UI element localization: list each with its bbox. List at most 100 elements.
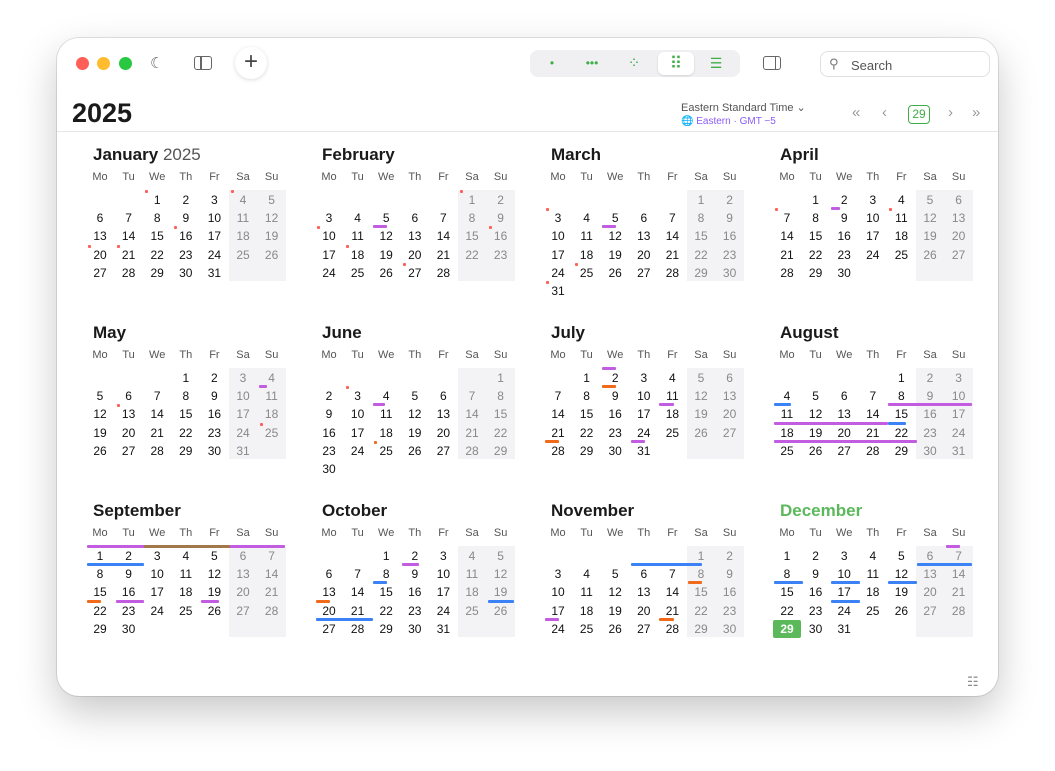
day-cell[interactable]: 27: [229, 602, 257, 620]
day-cell[interactable]: 17: [143, 583, 171, 601]
event-marker[interactable]: [488, 226, 492, 230]
day-cell[interactable]: 27: [916, 602, 944, 620]
previous-year-button[interactable]: «: [852, 104, 860, 121]
day-cell[interactable]: 23: [716, 246, 744, 264]
day-cell[interactable]: 3: [143, 547, 171, 565]
day-cell[interactable]: 27: [945, 246, 973, 264]
event-marker[interactable]: [831, 581, 860, 585]
event-marker[interactable]: [630, 439, 646, 443]
day-cell[interactable]: 26: [916, 246, 944, 264]
day-cell[interactable]: 13: [315, 583, 343, 601]
day-cell[interactable]: 22: [172, 424, 200, 442]
day-cell[interactable]: 22: [143, 246, 171, 264]
day-cell[interactable]: 16: [830, 227, 858, 245]
day-cell[interactable]: 13: [229, 565, 257, 583]
day-cell[interactable]: 22: [86, 602, 114, 620]
month-august[interactable]: August Mo Tu We Th Fr Sa Su 1 2 3 4 5 6 7 8 9 10 11 12 13 14 1…: [773, 323, 974, 483]
day-cell[interactable]: 28: [458, 442, 486, 460]
day-cell[interactable]: 20: [401, 246, 429, 264]
month-view-button[interactable]: ⁘: [616, 52, 652, 75]
close-button[interactable]: [76, 57, 89, 70]
event-marker[interactable]: [201, 599, 219, 603]
day-cell[interactable]: 5: [802, 387, 830, 405]
day-cell[interactable]: 13: [115, 405, 143, 423]
day-cell[interactable]: 9: [401, 565, 429, 583]
day-cell[interactable]: 7: [658, 209, 686, 227]
day-cell[interactable]: 3: [229, 369, 257, 387]
day-cell[interactable]: 7: [143, 387, 171, 405]
day-cell[interactable]: 11: [887, 209, 915, 227]
event-marker[interactable]: [402, 262, 406, 266]
day-cell[interactable]: 20: [115, 424, 143, 442]
day-cell[interactable]: 12: [601, 583, 629, 601]
event-marker[interactable]: [774, 439, 917, 443]
day-cell[interactable]: 29: [802, 264, 830, 282]
day-cell[interactable]: 8: [487, 387, 515, 405]
day-cell[interactable]: 4: [573, 565, 601, 583]
day-cell[interactable]: 20: [86, 246, 114, 264]
day-cell[interactable]: 27: [429, 442, 457, 460]
day-cell[interactable]: 9: [716, 565, 744, 583]
day-cell[interactable]: 12: [802, 405, 830, 423]
day-cell[interactable]: 23: [200, 424, 228, 442]
day-cell[interactable]: 13: [716, 387, 744, 405]
day-cell[interactable]: 2: [716, 191, 744, 209]
day-cell[interactable]: 1: [372, 547, 400, 565]
day-cell[interactable]: 17: [859, 227, 887, 245]
list-view-button[interactable]: ☰: [698, 52, 734, 75]
event-marker[interactable]: [545, 617, 560, 621]
day-cell[interactable]: 31: [200, 264, 228, 282]
day-cell[interactable]: 22: [372, 602, 400, 620]
day-cell[interactable]: 14: [143, 405, 171, 423]
day-cell[interactable]: 6: [630, 209, 658, 227]
day-cell[interactable]: 10: [859, 209, 887, 227]
day-cell[interactable]: 13: [401, 227, 429, 245]
day-cell[interactable]: 24: [315, 264, 343, 282]
day-cell[interactable]: 31: [544, 282, 572, 300]
day-cell[interactable]: 24: [229, 424, 257, 442]
day-cell[interactable]: 5: [401, 387, 429, 405]
day-cell[interactable]: 10: [315, 227, 343, 245]
day-cell[interactable]: 7: [429, 209, 457, 227]
day-cell[interactable]: 7: [773, 209, 801, 227]
day-cell[interactable]: 19: [887, 583, 915, 601]
day-cell[interactable]: 14: [658, 583, 686, 601]
day-cell[interactable]: 14: [544, 405, 572, 423]
day-cell[interactable]: 17: [830, 583, 858, 601]
day-cell[interactable]: 20: [630, 246, 658, 264]
day-cell[interactable]: 10: [200, 209, 228, 227]
day-cell[interactable]: 15: [573, 405, 601, 423]
day-cell[interactable]: 22: [802, 246, 830, 264]
event-marker[interactable]: [774, 581, 803, 585]
day-cell[interactable]: 27: [630, 264, 658, 282]
day-cell[interactable]: 29: [687, 620, 715, 638]
minimize-button[interactable]: [97, 57, 110, 70]
day-cell[interactable]: 19: [487, 583, 515, 601]
day-cell[interactable]: 1: [802, 191, 830, 209]
month-july[interactable]: July Mo Tu We Th Fr Sa Su 1 2 3 4 5 6 7 8 9 10 11 12 13 14 15 1…: [544, 323, 745, 483]
month-title[interactable]: June: [322, 323, 362, 343]
day-cell[interactable]: 3: [945, 369, 973, 387]
day-cell[interactable]: 5: [86, 387, 114, 405]
day-cell[interactable]: 21: [773, 246, 801, 264]
event-marker[interactable]: [258, 385, 268, 389]
day-cell[interactable]: 10: [229, 387, 257, 405]
day-cell[interactable]: 21: [258, 583, 286, 601]
day-cell[interactable]: 7: [258, 547, 286, 565]
event-marker[interactable]: [574, 262, 578, 266]
event-marker[interactable]: [116, 244, 120, 248]
event-marker[interactable]: [888, 581, 917, 585]
day-cell[interactable]: 31: [830, 620, 858, 638]
event-marker[interactable]: [231, 190, 234, 193]
day-cell[interactable]: 30: [802, 620, 830, 638]
day-cell[interactable]: 18: [573, 246, 601, 264]
event-marker[interactable]: [659, 617, 674, 621]
day-cell[interactable]: 16: [802, 583, 830, 601]
day-cell[interactable]: 25: [258, 424, 286, 442]
day-cell[interactable]: 4: [458, 547, 486, 565]
day-cell[interactable]: 10: [630, 387, 658, 405]
day-cell[interactable]: 18: [344, 246, 372, 264]
day-cell[interactable]: 15: [143, 227, 171, 245]
day-cell[interactable]: 16: [716, 583, 744, 601]
day-cell[interactable]: 12: [200, 565, 228, 583]
